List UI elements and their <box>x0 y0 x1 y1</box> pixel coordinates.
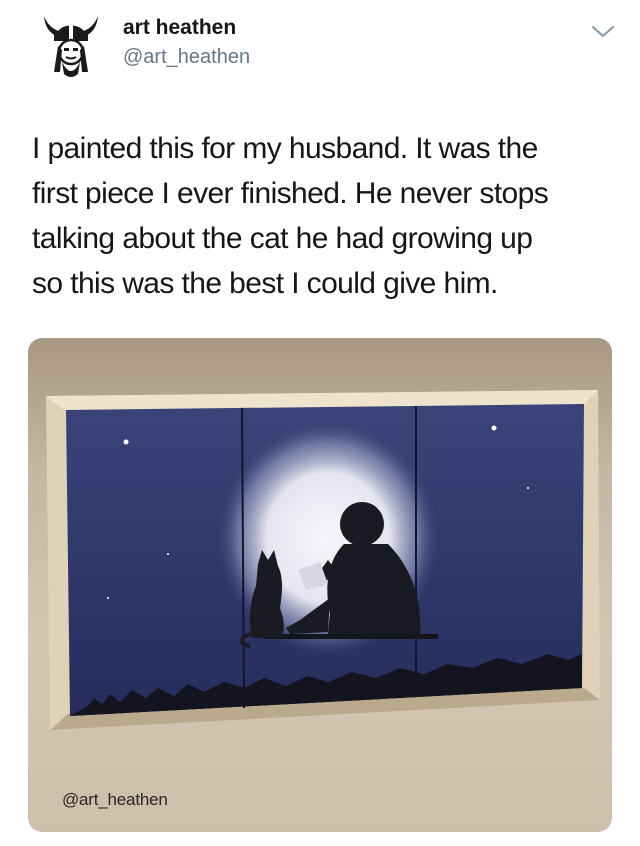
author-handle[interactable]: @art_heathen <box>123 46 250 69</box>
tweet-text: I painted this for my husband. It was th… <box>32 126 622 306</box>
tweet-media-photo[interactable]: @art_heathen <box>28 338 612 832</box>
tweet-text-line: so this was the best I could give him. <box>32 267 498 300</box>
author-name[interactable]: art heathen <box>123 16 236 40</box>
chevron-down-icon[interactable] <box>590 22 616 42</box>
tweet-text-line: first piece I ever finished. He never st… <box>32 177 549 210</box>
painting-photo <box>46 390 600 730</box>
tweet-text-line: I painted this for my husband. It was th… <box>32 132 538 165</box>
photo-watermark: @art_heathen <box>62 790 168 809</box>
viking-helmet-avatar-icon[interactable] <box>40 10 102 80</box>
tweet-text-line: talking about the cat he had growing up <box>32 222 533 255</box>
tweet-header: art heathen @art_heathen <box>0 0 640 110</box>
